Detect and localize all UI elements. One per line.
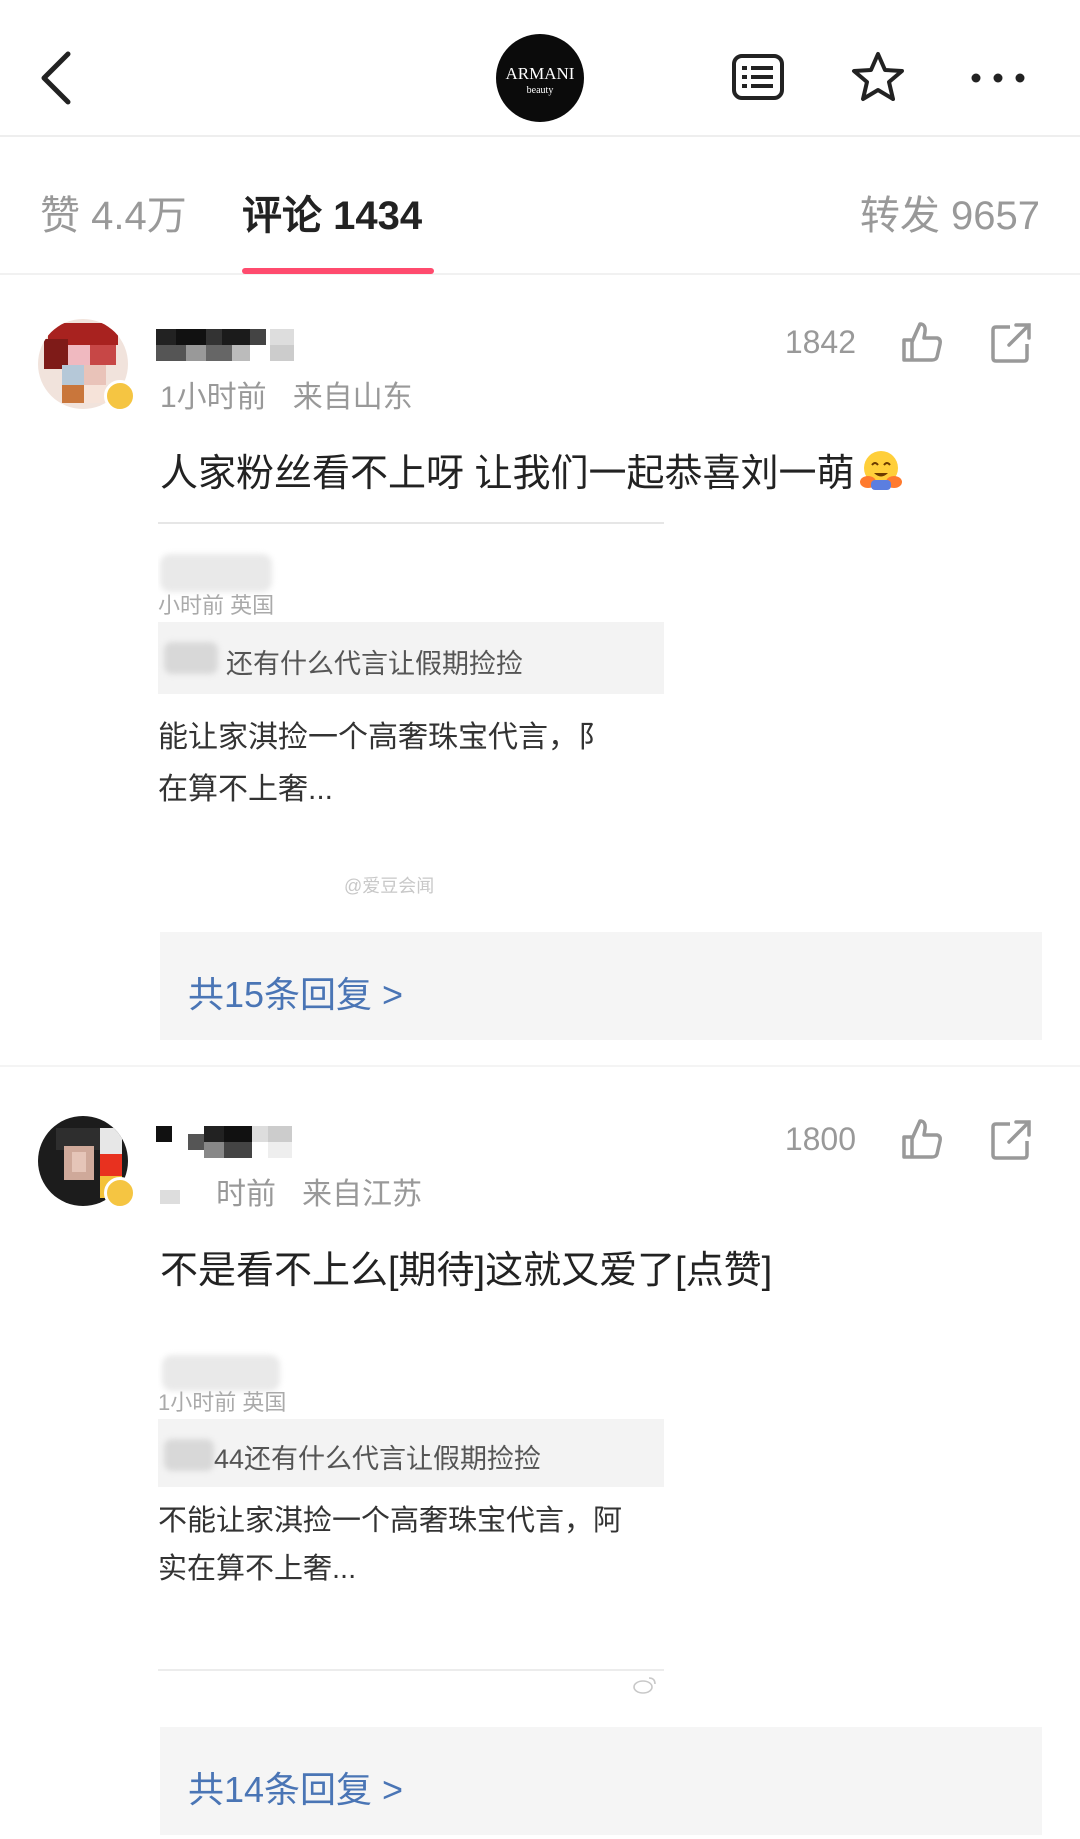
logo-text: ARMANI [505,64,575,83]
embedded-quote: 44还有什么代言让假期捡捡 [158,1419,664,1487]
weibo-watermark-icon [633,1677,656,1694]
blurred-name [164,1439,214,1471]
embedded-screenshot[interactable]: 1小时前 英国 44还有什么代言让假期捡捡 不能让家淇捡一个高奢珠宝代言，阿 实… [158,1347,664,1697]
comment-location: 来自山东 [292,381,413,414]
back-icon[interactable] [36,48,80,108]
embedded-body-line2: 在算不上奢... [158,773,334,806]
embedded-quote: 还有什么代言让假期捡捡 [158,622,664,694]
embedded-meta: 小时前 英国 [158,593,275,618]
verified-badge-icon [104,380,136,412]
comment-text: 人家粉丝看不上呀 让我们一起恭喜刘一萌 [160,442,903,497]
embedded-meta: 1小时前 英国 [158,1390,287,1415]
tab-bar: 赞 4.4万 评论 1434 转发 9657 [0,139,1080,275]
like-count: 1842 [784,324,856,360]
hugging-face-icon [859,451,902,490]
embedded-body-line1: 不能让家淇捡一个高奢珠宝代言，阿 [158,1505,623,1537]
comment-meta: 1小时前 来自山东 [160,372,413,416]
embedded-quote-text: 还有什么代言让假期捡捡 [226,649,523,679]
top-bar: ARMANI beauty [0,0,1080,137]
comment-text-content: 不是看不上么[期待]这就又爱了[点赞] [160,1250,773,1292]
view-replies-button[interactable]: 共15条回复 > [160,932,1042,1040]
share-icon[interactable] [990,322,1032,364]
embedded-body-line2: 实在算不上奢... [158,1553,357,1585]
blurred-name [164,642,218,674]
verified-badge-icon [104,1177,136,1209]
embedded-body: 能让家淇捡一个高奢珠宝代言，阝 在算不上奢... [158,712,608,816]
embedded-divider [158,1669,664,1671]
embedded-body: 不能让家淇捡一个高奢珠宝代言，阿 实在算不上奢... [158,1497,622,1593]
embedded-body-line1: 能让家淇捡一个高奢珠宝代言，阝 [158,721,608,754]
comment-meta: 时前 来自江苏 [160,1169,422,1213]
comment-text-content: 人家粉丝看不上呀 让我们一起恭喜刘一萌 [160,453,855,495]
tab-likes[interactable]: 赞 4.4万 [40,183,187,241]
embedded-screenshot[interactable]: 小时前 英国 还有什么代言让假期捡捡 能让家淇捡一个高奢珠宝代言，阝 在算不上奢… [158,522,664,922]
comment-location: 来自江苏 [302,1178,422,1211]
logo-subtext: beauty [526,85,554,96]
blurred-username [160,554,272,592]
view-replies-label: 共14条回复 > [188,1769,404,1810]
star-icon[interactable] [850,50,906,106]
comment-divider [0,1065,1080,1067]
redacted-time-prefix [160,1190,180,1204]
like-count: 1800 [784,1121,856,1157]
comment-text: 不是看不上么[期待]这就又爱了[点赞] [160,1239,772,1294]
active-tab-indicator [242,268,434,274]
comment-time: 时前 [216,1178,276,1211]
view-replies-button[interactable]: 共14条回复 > [160,1727,1042,1835]
tab-comments[interactable]: 评论 1434 [242,183,422,241]
view-replies-label: 共15条回复 > [188,974,404,1015]
username-redacted[interactable] [156,327,296,363]
watermark-text: @爱豆会闻 [344,876,435,896]
thumbs-up-icon[interactable] [900,1117,944,1161]
tab-reposts[interactable]: 转发 9657 [860,183,1040,241]
username-redacted[interactable] [156,1124,296,1160]
account-avatar-logo[interactable]: ARMANI beauty [496,34,584,122]
list-icon[interactable] [730,50,786,106]
comment-time: 1小时前 [160,381,267,414]
more-icon[interactable] [970,50,1026,106]
embedded-quote-text: 44还有什么代言让假期捡捡 [214,1444,542,1474]
thumbs-up-icon[interactable] [900,320,944,364]
share-icon[interactable] [990,1119,1032,1161]
